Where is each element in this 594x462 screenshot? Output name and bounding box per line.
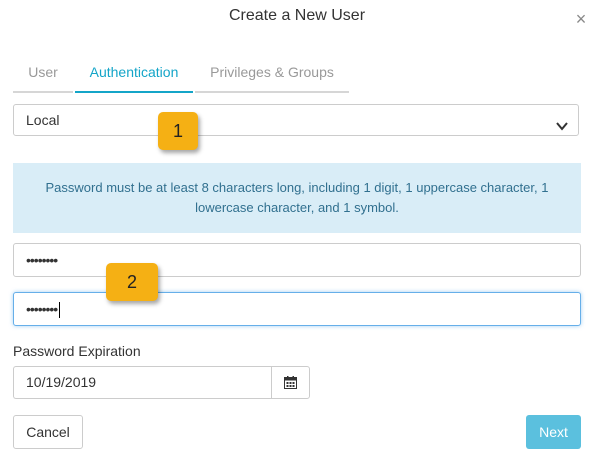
password-field[interactable]: ••••••••: [13, 243, 581, 277]
password-requirements-alert: Password must be at least 8 characters l…: [13, 163, 581, 233]
cancel-button[interactable]: Cancel: [13, 415, 83, 449]
password-expiration-value: 10/19/2019: [26, 374, 97, 390]
password-value: ••••••••: [26, 252, 58, 268]
password-expiration-label: Password Expiration: [13, 343, 141, 359]
chevron-down-icon: [555, 113, 569, 131]
authentication-type-value: Local: [26, 112, 60, 128]
confirm-password-value: ••••••••: [26, 301, 58, 317]
tab-authentication[interactable]: Authentication: [75, 57, 193, 93]
callout-1: 1: [158, 112, 198, 150]
calendar-icon: [284, 376, 297, 389]
callout-2: 2: [106, 263, 158, 301]
password-expiration-input[interactable]: 10/19/2019: [13, 366, 271, 399]
close-icon[interactable]: ×: [573, 10, 589, 28]
password-requirements-text: Password must be at least 8 characters l…: [45, 180, 549, 215]
tab-user[interactable]: User: [13, 57, 73, 93]
confirm-password-field[interactable]: ••••••••: [13, 292, 581, 326]
tab-privileges-groups[interactable]: Privileges & Groups: [195, 57, 349, 93]
calendar-button[interactable]: [271, 366, 310, 399]
authentication-type-select[interactable]: Local: [13, 104, 579, 136]
text-caret: [59, 302, 61, 319]
next-button[interactable]: Next: [526, 415, 581, 449]
dialog-title: Create a New User: [228, 7, 366, 24]
